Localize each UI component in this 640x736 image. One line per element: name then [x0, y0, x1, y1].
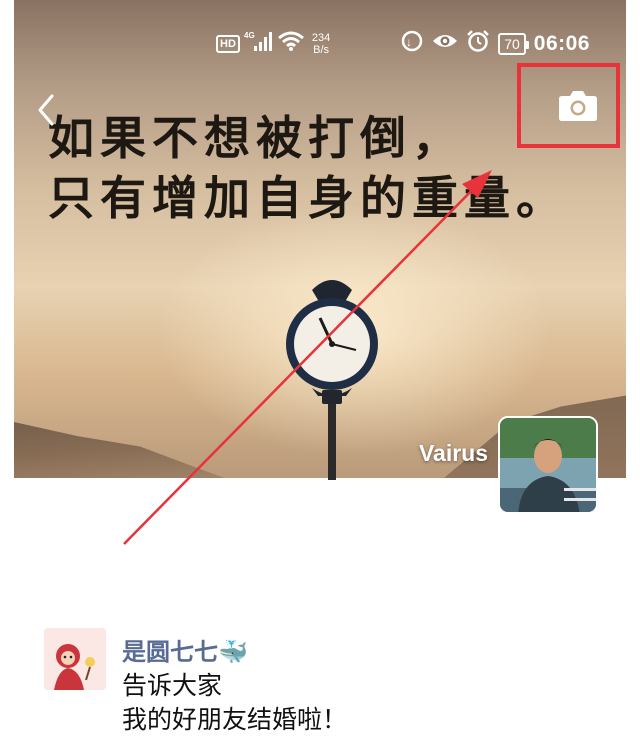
cover-quote: 如果不想被打倒， 只有增加自身的重量。 — [48, 108, 568, 228]
feed-avatar[interactable] — [44, 628, 106, 690]
svg-text:4G: 4G — [244, 31, 255, 40]
feed-text-line1: 告诉大家 — [122, 672, 223, 700]
monkey-avatar-illustration — [44, 628, 106, 690]
annotation-highlight-box — [517, 63, 620, 148]
chevron-left-icon — [38, 94, 54, 126]
signal-icon: 4G — [244, 30, 274, 58]
alarm-icon — [466, 29, 490, 59]
net-speed-value: 234 — [311, 32, 331, 44]
profile-avatar[interactable] — [498, 416, 598, 514]
net-speed: 234 B/s — [312, 32, 330, 56]
profile-username: Vairus — [418, 440, 488, 466]
back-button[interactable] — [32, 90, 62, 130]
status-time: 06:06 — [533, 32, 590, 55]
status-bar-left: HD 4G 234 B/s — [216, 26, 330, 62]
svg-text:↓: ↓ — [406, 35, 412, 49]
hd-badge: HD — [216, 35, 240, 53]
feed-author-name[interactable]: 是圆七七🐳 — [122, 632, 248, 667]
status-bar-right: ↓ 70 06:06 — [400, 26, 590, 62]
wifi-icon — [277, 30, 304, 58]
whale-emoji: 🐳 — [218, 639, 248, 666]
cover-quote-line1: 如果不想被打倒， — [48, 111, 464, 165]
feed-item[interactable]: 是圆七七🐳 告诉大家 我的好朋友结婚啦！ — [44, 628, 624, 734]
net-speed-unit: B/s — [313, 44, 330, 56]
cover-hill-left — [14, 422, 224, 478]
battery-indicator: 70 — [498, 33, 529, 55]
feed-text-line2: 我的好朋友结婚啦！ — [122, 706, 348, 734]
feed-author-text: 是圆七七 — [122, 639, 218, 666]
avatar-person-illustration — [500, 418, 596, 512]
data-saver-icon: ↓ — [400, 29, 424, 59]
cover-quote-line2: 只有增加自身的重量。 — [48, 171, 568, 225]
eye-icon — [432, 31, 458, 57]
status-bar: HD 4G 234 B/s ↓ 70 06:06 — [0, 26, 640, 62]
